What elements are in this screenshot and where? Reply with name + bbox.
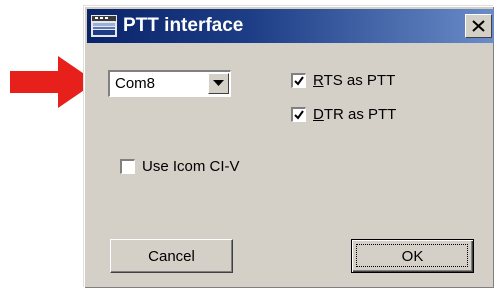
- dtr-label: DTR as PTT: [313, 106, 397, 123]
- rts-as-ptt-option[interactable]: RTS as PTT: [291, 72, 395, 89]
- cancel-button[interactable]: Cancel: [110, 239, 233, 273]
- dtr-checkbox[interactable]: [291, 107, 306, 122]
- ok-button[interactable]: OK: [351, 239, 474, 273]
- icom-label: Use Icom CI-V: [142, 158, 240, 175]
- app-icon: [91, 15, 117, 37]
- ptt-interface-dialog: PTT interface Com8 RTS as PTT DTR as PTT…: [84, 6, 494, 288]
- cancel-button-label: Cancel: [148, 247, 195, 265]
- title-bar[interactable]: PTT interface: [87, 9, 494, 43]
- rts-checkbox[interactable]: [291, 73, 306, 88]
- checkmark-icon: [294, 76, 304, 86]
- use-icom-civ-option[interactable]: Use Icom CI-V: [120, 158, 240, 175]
- window-title: PTT interface: [123, 15, 244, 36]
- com-port-value: Com8: [115, 75, 156, 92]
- dropdown-button[interactable]: [208, 73, 229, 94]
- rts-label: RTS as PTT: [313, 72, 396, 89]
- checkmark-icon: [294, 110, 304, 120]
- icom-checkbox[interactable]: [120, 159, 135, 174]
- focus-ring: [356, 244, 468, 267]
- dtr-as-ptt-option[interactable]: DTR as PTT: [291, 106, 396, 123]
- close-button[interactable]: [465, 14, 492, 38]
- chevron-down-icon: [213, 80, 224, 86]
- close-icon: [472, 20, 485, 32]
- com-port-select[interactable]: Com8: [108, 70, 231, 97]
